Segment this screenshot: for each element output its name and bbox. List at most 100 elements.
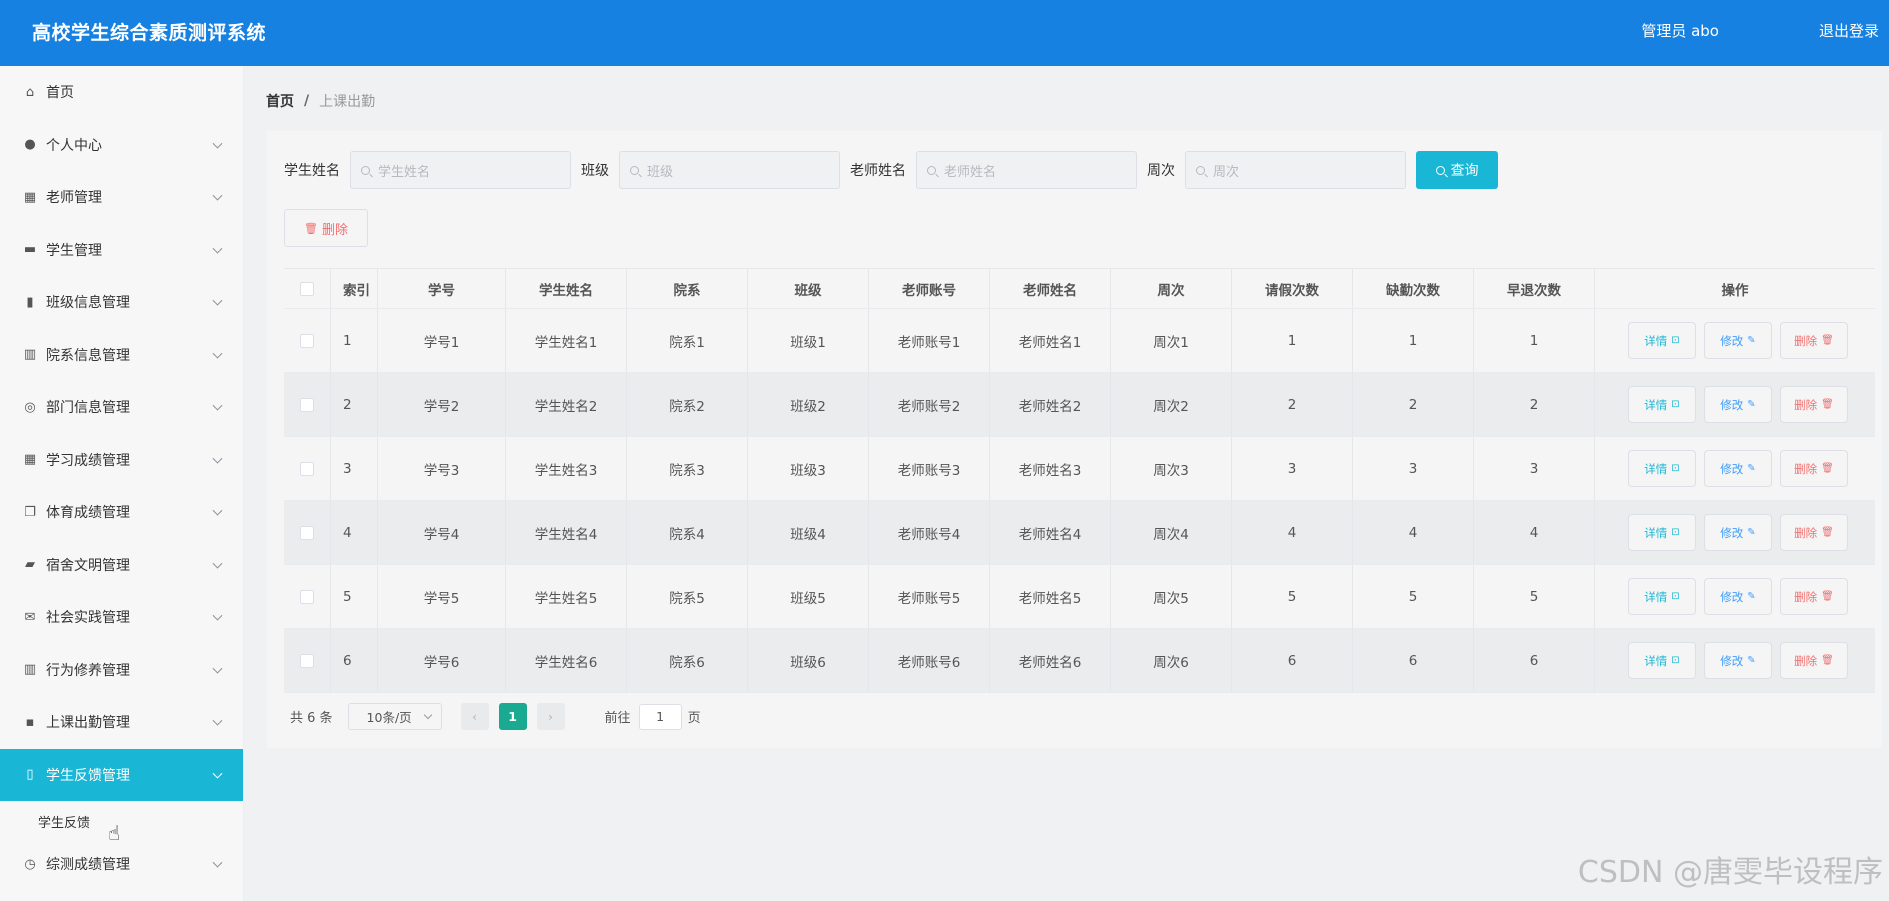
row-checkbox[interactable] [300,461,314,476]
edit-icon: ✎ [1747,655,1756,666]
submenu-item-feedback[interactable]: 学生反馈 [0,801,243,841]
briefcase-icon: ▬ [23,242,37,258]
row-select-cell[interactable] [284,565,331,628]
row-select-cell[interactable] [284,309,331,372]
sidebar-item-label: 部门信息管理 [46,400,130,417]
logout-link[interactable]: 退出登录 [1819,20,1879,41]
delete-button[interactable]: 删除 🗑 [1780,578,1848,615]
sidebar-item-2[interactable]: ▦ 老师管理 [0,171,243,224]
edit-icon: ✎ [1747,591,1756,602]
detail-button-label: 详情 [1644,525,1668,540]
detail-button[interactable]: 详情 ⊡ [1628,514,1696,551]
search-icon [1435,165,1445,175]
teacher-name-placeholder: 老师姓名 [944,164,997,180]
sidebar-item-label: 老师管理 [46,190,102,207]
row-select-cell[interactable] [284,501,331,564]
app-title: 高校学生综合素质测评系统 [32,22,267,44]
class-input[interactable]: 班级 [619,151,840,189]
sidebar-item-7[interactable]: ▦ 学习成绩管理 [0,434,243,487]
sidebar-item-12[interactable]: ▪ 上课出勤管理 [0,696,243,749]
trash-icon: 🗑 [1821,591,1834,602]
delete-button-label: 删除 [1794,589,1818,604]
edit-button[interactable]: 修改 ✎ [1704,642,1772,679]
cell-absence-count: 5 [1353,565,1474,628]
delete-button[interactable]: 删除 🗑 [1780,642,1848,679]
detail-button[interactable]: 详情 ⊡ [1628,386,1696,423]
detail-button[interactable]: 详情 ⊡ [1628,578,1696,615]
sidebar-item-composite-score[interactable]: ◷ 综测成绩管理 [0,841,243,887]
delete-button[interactable]: 删除 🗑 [1780,514,1848,551]
query-button[interactable]: 查询 [1416,151,1498,189]
delete-button[interactable]: 删除 🗑 [1780,450,1848,487]
header-select-all[interactable] [284,269,331,308]
row-select-cell[interactable] [284,373,331,436]
edit-button[interactable]: 修改 ✎ [1704,322,1772,359]
goto-page-input[interactable]: 1 [638,703,682,730]
delete-button-label: 删除 [1794,333,1818,348]
sidebar-item-1[interactable]: ● 个人中心 [0,119,243,172]
cell-student-name: 学生姓名1 [506,309,627,372]
sidebar-item-5[interactable]: ▥ 院系信息管理 [0,329,243,382]
search-icon [927,165,936,175]
cell-early-leave-count: 4 [1474,501,1595,564]
sidebar-item-10[interactable]: ✉ 社会实践管理 [0,591,243,644]
cell-absence-count: 4 [1353,501,1474,564]
clock-icon: ◷ [24,856,36,872]
sidebar-item-9[interactable]: ▰ 宿舍文明管理 [0,539,243,592]
detail-icon: ⊡ [1671,335,1680,346]
search-icon [630,165,639,175]
sidebar-item-8[interactable]: ❐ 体育成绩管理 [0,486,243,539]
week-input[interactable]: 周次 [1185,151,1406,189]
row-select-cell[interactable] [284,629,331,692]
sidebar-item-11[interactable]: ▥ 行为修养管理 [0,644,243,697]
watermark: CSDN @唐雯毕设程序 [1577,855,1883,890]
cell-index: 1 [331,309,378,372]
detail-button[interactable]: 详情 ⊡ [1628,450,1696,487]
sidebar-item-4[interactable]: ▮ 班级信息管理 [0,276,243,329]
header-actions: 操作 [1721,282,1749,299]
detail-icon: ⊡ [1671,655,1680,666]
cell-class: 班级6 [748,629,869,692]
cell-department: 院系5 [627,565,748,628]
student-name-input[interactable]: 学生姓名 [350,151,571,189]
top-header: 高校学生综合素质测评系统 管理员 abo 退出登录 [0,0,1889,66]
search-icon [1196,165,1205,175]
teacher-name-label: 老师姓名 [850,163,906,179]
sidebar-item-feedback[interactable]: ▯ 学生反馈管理 [0,748,243,801]
cell-actions: 详情 ⊡ 修改 ✎ 删除 🗑 [1595,373,1875,436]
delete-button[interactable]: 删除 🗑 [1780,322,1848,359]
detail-button[interactable]: 详情 ⊡ [1628,642,1696,679]
batch-delete-button[interactable]: 🗑 删除 [284,209,368,247]
breadcrumb-home[interactable]: 首页 [266,91,294,111]
sidebar-item-0[interactable]: ⌂ 首页 [0,66,243,119]
edit-button[interactable]: 修改 ✎ [1704,386,1772,423]
cell-absence-count: 6 [1353,629,1474,692]
row-checkbox[interactable] [300,397,314,412]
cell-student-id: 学号6 [378,629,506,692]
edit-button[interactable]: 修改 ✎ [1704,450,1772,487]
page-size-select[interactable]: 10条/页 [347,703,442,730]
detail-button[interactable]: 详情 ⊡ [1628,322,1696,359]
teacher-name-input[interactable]: 老师姓名 [916,151,1137,189]
table-row: 6 学号6 学生姓名6 院系6 班级6 老师账号6 老师姓名6 周次6 6 6 6 详情 ⊡ 修改 ✎ 删除 🗑 [284,629,1875,693]
admin-user-label[interactable]: 管理员 abo [1641,20,1719,41]
cell-early-leave-count: 3 [1474,437,1595,500]
edit-button[interactable]: 修改 ✎ [1704,514,1772,551]
page-number-1[interactable]: 1 [498,703,527,730]
breadcrumb: 首页 / 上课出勤 [266,91,375,111]
breadcrumb-current: 上课出勤 [319,94,376,110]
row-checkbox[interactable] [300,525,314,540]
row-checkbox[interactable] [300,333,314,348]
trash-icon: 🗑 [1821,399,1834,410]
chevron-down-icon [423,710,432,719]
edit-button[interactable]: 修改 ✎ [1704,578,1772,615]
sidebar-item-3[interactable]: ▬ 学生管理 [0,224,243,277]
delete-button[interactable]: 删除 🗑 [1780,386,1848,423]
sidebar-item-6[interactable]: ◎ 部门信息管理 [0,381,243,434]
select-all-checkbox[interactable] [300,281,314,296]
row-checkbox[interactable] [300,589,314,604]
row-select-cell[interactable] [284,437,331,500]
row-checkbox[interactable] [300,653,314,668]
next-page-button[interactable]: › [536,703,565,730]
prev-page-button[interactable]: ‹ [460,703,489,730]
